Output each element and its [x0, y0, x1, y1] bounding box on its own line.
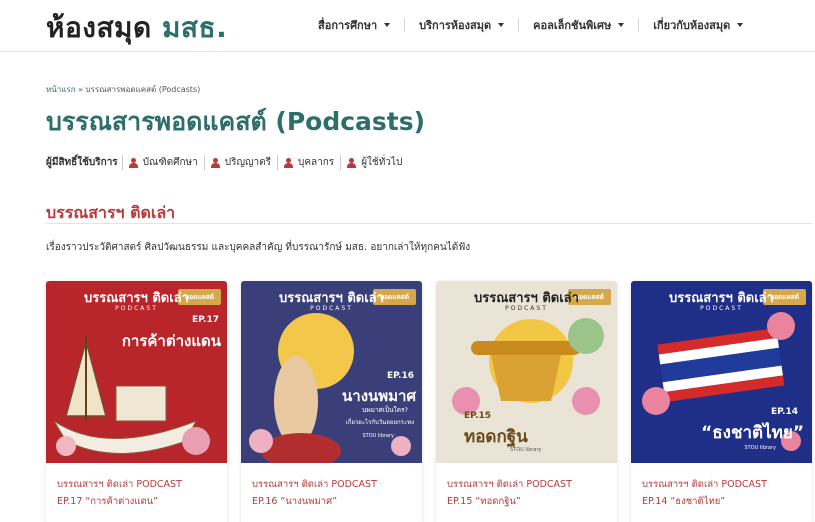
nav-item-library-services[interactable]: บริการห้องสมุด	[405, 16, 518, 34]
cover-episode-title: การค้าต่างแดน	[121, 332, 221, 350]
audience-item-graduate[interactable]: บัณฑิตศึกษา	[121, 155, 204, 170]
audience-item-label: ปริญญาตรี	[224, 157, 271, 168]
card-title-line2[interactable]: EP.15 “ทอดกฐิน”	[447, 494, 606, 509]
podcast-card-ep15[interactable]: พอดแคสต์ บรรณสารฯ ติดเล่า PODCAST EP.15 …	[436, 281, 617, 522]
audience-item-staff[interactable]: บุคลากร	[276, 155, 340, 170]
audience-item-general[interactable]: ผู้ใช้ทั่วไป	[340, 155, 408, 170]
user-icon	[210, 157, 220, 168]
card-title-line1[interactable]: บรรณสารฯ ติดเล่า PODCAST	[252, 477, 411, 492]
user-icon	[128, 157, 138, 168]
breadcrumb-separator: »	[78, 85, 83, 94]
cover-podcast-text: PODCAST	[115, 305, 158, 312]
breadcrumb: หน้าแรก » บรรณสารพอดแคสต์ (Podcasts)	[46, 83, 200, 96]
audience-item-label: บุคลากร	[297, 157, 335, 168]
cover-episode-title: “ธงชาติไทย”	[701, 423, 804, 443]
podcast-card-grid: พอดแคสต์ บรรณสารฯ ติดเล่า PODCAST EP.17 …	[46, 281, 812, 522]
cover-credit: STOU library	[510, 447, 542, 453]
audience-item-label: บัณฑิตศึกษา	[142, 157, 198, 168]
site-logo[interactable]: ห้องสมุด มสธ.	[46, 6, 227, 50]
podcast-cover-image[interactable]: พอดแคสต์ บรรณสารฯ ติดเล่า PODCAST EP.17 …	[46, 281, 227, 463]
cover-episode-number: EP.14	[770, 407, 798, 417]
cover-subtitle-2: เกี่ยวอะไรกับวันลอยกระทง	[345, 419, 414, 426]
cover-podcast-text: PODCAST	[310, 305, 353, 312]
card-caption: บรรณสารฯ ติดเล่า PODCAST EP.14 “ธงชาติไท…	[631, 463, 812, 509]
card-title-line1[interactable]: บรรณสารฯ ติดเล่า PODCAST	[642, 477, 801, 492]
logo-accent-text: มสธ.	[161, 11, 228, 44]
page-title: บรรณสารพอดแคสต์ (Podcasts)	[46, 107, 426, 136]
audience-item-label: ผู้ใช้ทั่วไป	[361, 157, 403, 168]
podcast-card-ep17[interactable]: พอดแคสต์ บรรณสารฯ ติดเล่า PODCAST EP.17 …	[46, 281, 227, 522]
cover-episode-number: EP.16	[386, 371, 414, 381]
cover-podcast-text: PODCAST	[505, 305, 548, 312]
breadcrumb-home-link[interactable]: หน้าแรก	[46, 85, 76, 94]
cover-credit: STOU library	[362, 433, 395, 439]
section-divider	[46, 223, 812, 224]
nav-item-about-library[interactable]: เกี่ยวกับห้องสมุด	[639, 16, 757, 34]
audience-item-undergraduate[interactable]: ปริญญาตรี	[203, 155, 277, 170]
chevron-down-icon	[384, 23, 391, 27]
nav-item-education-media[interactable]: สื่อการศึกษา	[318, 16, 404, 34]
podcast-card-ep14[interactable]: พอดแคสต์ บรรณสารฯ ติดเล่า PODCAST EP.14 …	[631, 281, 812, 522]
chevron-down-icon	[618, 23, 625, 27]
card-title-line2[interactable]: EP.16 “นางนพมาศ”	[252, 494, 411, 509]
card-title-line1[interactable]: บรรณสารฯ ติดเล่า PODCAST	[57, 477, 216, 492]
nav-item-label: บริการห้องสมุด	[419, 19, 492, 32]
cover-credit: STOU library	[744, 445, 777, 451]
audience-label: ผู้มีสิทธิ์ใช้บริการ	[46, 157, 118, 168]
chevron-down-icon	[737, 23, 744, 27]
podcast-cover-image[interactable]: พอดแคสต์ บรรณสารฯ ติดเล่า PODCAST EP.15 …	[436, 281, 617, 463]
main-nav: สื่อการศึกษา บริการห้องสมุด คอลเล็กชันพิ…	[318, 15, 757, 35]
nav-item-label: สื่อการศึกษา	[318, 19, 378, 32]
audience-list: ผู้มีสิทธิ์ใช้บริการ บัณฑิตศึกษา ปริญญาต…	[46, 155, 408, 170]
podcast-cover-image[interactable]: พอดแคสต์ บรรณสารฯ ติดเล่า PODCAST EP.16 …	[241, 281, 422, 463]
card-title-line2[interactable]: EP.17 “การค้าต่างแดน”	[57, 494, 216, 509]
cover-episode-number: EP.17	[191, 315, 219, 325]
podcast-cover-image[interactable]: พอดแคสต์ บรรณสารฯ ติดเล่า PODCAST EP.14 …	[631, 281, 812, 463]
card-caption: บรรณสารฯ ติดเล่า PODCAST EP.15 “ทอดกฐิน”	[436, 463, 617, 509]
cover-episode-number: EP.15	[464, 411, 492, 421]
nav-item-label: เกี่ยวกับห้องสมุด	[653, 19, 731, 32]
card-title-line1[interactable]: บรรณสารฯ ติดเล่า PODCAST	[447, 477, 606, 492]
cover-episode-title: ทอดกฐิน	[464, 427, 528, 447]
podcast-card-ep16[interactable]: พอดแคสต์ บรรณสารฯ ติดเล่า PODCAST EP.16 …	[241, 281, 422, 522]
user-icon	[283, 157, 293, 168]
cover-subtitle-1: นพมาศเป็นใคร?	[361, 406, 408, 414]
nav-item-label: คอลเล็กชันพิเศษ	[533, 19, 612, 32]
cover-podcast-text: PODCAST	[700, 305, 743, 312]
user-icon	[347, 157, 357, 168]
nav-item-special-collections[interactable]: คอลเล็กชันพิเศษ	[519, 16, 638, 34]
card-caption: บรรณสารฯ ติดเล่า PODCAST EP.16 “นางนพมาศ…	[241, 463, 422, 509]
card-caption: บรรณสารฯ ติดเล่า PODCAST EP.17 “การค้าต่…	[46, 463, 227, 509]
site-header: ห้องสมุด มสธ. สื่อการศึกษา บริการห้องสมุ…	[0, 0, 815, 52]
logo-main-text: ห้องสมุด	[46, 11, 152, 44]
section-description: เรื่องราวประวัติศาสตร์ ศิลปวัฒนธรรม และบ…	[46, 242, 471, 253]
card-title-line2[interactable]: EP.14 “ธงชาติไทย”	[642, 494, 801, 509]
chevron-down-icon	[498, 23, 505, 27]
breadcrumb-current: บรรณสารพอดแคสต์ (Podcasts)	[85, 85, 201, 94]
